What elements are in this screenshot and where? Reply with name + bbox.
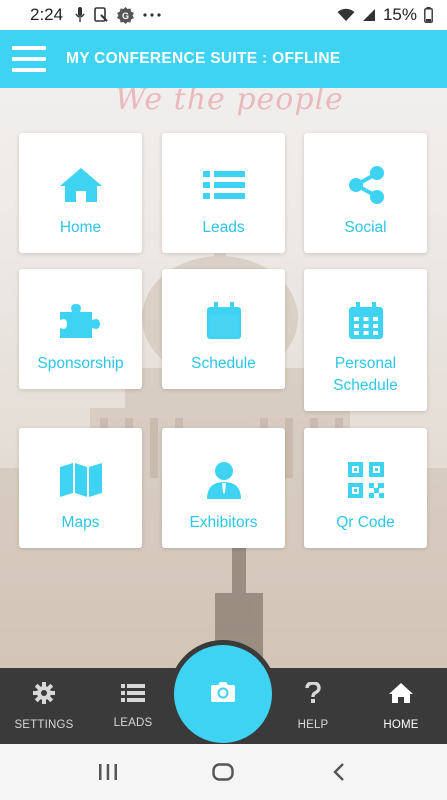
mic-icon <box>75 7 85 23</box>
nav-help[interactable]: HELP <box>272 668 354 744</box>
status-time: 2:24 <box>30 5 64 24</box>
tile-personal-schedule[interactable]: Personal Schedule <box>304 269 427 411</box>
gear-icon <box>33 681 55 709</box>
app-g-icon: G <box>117 6 135 24</box>
tile-sponsorship[interactable]: Sponsorship <box>19 269 142 389</box>
calendar-grid-icon <box>342 297 390 345</box>
tile-label: Leads <box>202 219 245 236</box>
question-icon <box>305 680 321 709</box>
tile-label: Maps <box>61 514 100 531</box>
tile-home[interactable]: Home <box>19 133 142 253</box>
camera-scan-button[interactable] <box>174 645 272 743</box>
tile-schedule[interactable]: Schedule <box>162 269 285 389</box>
tile-label: Qr Code <box>336 514 395 531</box>
tile-social[interactable]: Social <box>304 133 427 253</box>
menu-bar <box>12 57 46 61</box>
signal-icon <box>362 8 376 22</box>
system-navigation-bar <box>0 744 447 800</box>
svg-text:G: G <box>122 11 129 21</box>
battery-percent: 15% <box>382 5 417 24</box>
tile-qr-code[interactable]: Qr Code <box>304 428 427 548</box>
menu-bar <box>12 68 46 72</box>
calendar-icon <box>200 297 248 345</box>
share-icon <box>342 161 390 209</box>
back-icon[interactable] <box>319 752 359 792</box>
tile-label: Schedule <box>191 355 256 372</box>
tile-label: Home <box>59 219 102 236</box>
nav-settings[interactable]: SETTINGS <box>0 668 88 744</box>
status-bar: 2:24 G 15% <box>0 0 447 30</box>
nav-home[interactable]: HOME <box>358 668 444 744</box>
list-icon <box>121 683 145 707</box>
home-circle-icon[interactable] <box>203 752 243 792</box>
tile-leads[interactable]: Leads <box>162 133 285 253</box>
tile-label: Exhibitors <box>189 514 258 531</box>
screenshot-icon <box>94 7 108 23</box>
map-icon <box>57 456 105 504</box>
tile-maps[interactable]: Maps <box>19 428 142 548</box>
wifi-icon <box>337 8 355 22</box>
list-icon <box>200 161 248 209</box>
puzzle-icon <box>57 297 105 345</box>
tile-label: Social <box>344 219 387 236</box>
more-dots-icon <box>143 13 161 17</box>
person-icon <box>200 456 248 504</box>
home-icon <box>57 161 105 209</box>
tile-exhibitors[interactable]: Exhibitors <box>162 428 285 548</box>
app-title: MY CONFERENCE SUITE : OFFLINE <box>66 50 341 67</box>
tile-label: Personal Schedule <box>333 355 398 394</box>
battery-icon <box>424 7 433 23</box>
hamburger-menu-button[interactable] <box>0 30 58 88</box>
qr-code-icon <box>342 456 390 504</box>
nav-label: HELP <box>297 718 329 731</box>
menu-bar <box>12 46 46 50</box>
nav-label: SETTINGS <box>14 718 74 731</box>
app-header: MY CONFERENCE SUITE : OFFLINE <box>0 30 447 88</box>
recents-icon[interactable] <box>88 752 128 792</box>
nav-label: LEADS <box>113 716 153 729</box>
nav-label: HOME <box>383 718 419 731</box>
tile-label: Sponsorship <box>37 355 124 372</box>
we-the-people-watermark: We the people <box>115 88 344 117</box>
nav-leads[interactable]: LEADS <box>90 668 176 744</box>
camera-icon <box>211 681 235 707</box>
home-icon <box>388 682 414 709</box>
